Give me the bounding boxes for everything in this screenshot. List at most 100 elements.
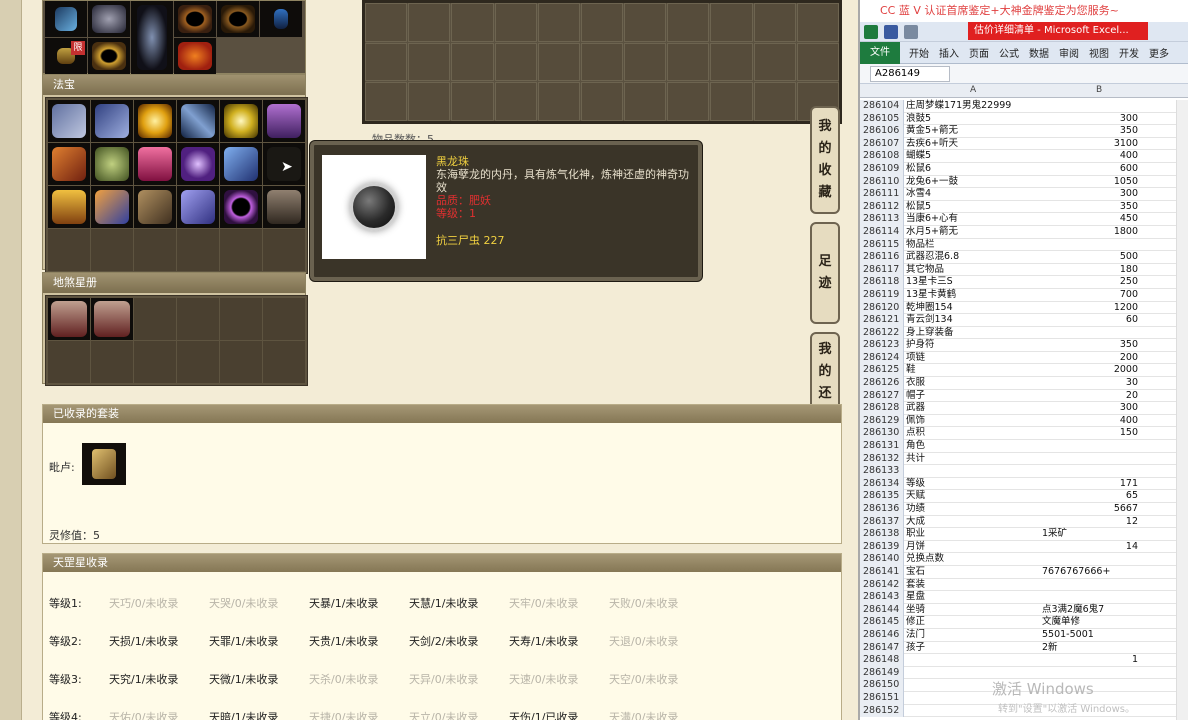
tiangang-star[interactable]: 天空/0/未收录 <box>609 672 678 688</box>
row-number[interactable]: 286123 <box>860 339 904 352</box>
cell-b[interactable]: 350 <box>1042 125 1138 138</box>
inventory-slot[interactable] <box>667 42 710 82</box>
inventory-slot[interactable] <box>494 3 537 42</box>
save-icon[interactable] <box>884 25 898 39</box>
inventory-slot[interactable] <box>667 82 710 121</box>
row-number[interactable]: 286122 <box>860 326 904 340</box>
inventory-slot[interactable] <box>710 3 753 42</box>
row-number[interactable]: 286141 <box>860 565 904 579</box>
row-number[interactable]: 286105 <box>860 112 904 126</box>
row-number[interactable]: 286128 <box>860 402 904 415</box>
star-card-slot[interactable] <box>91 298 133 340</box>
tiangang-star[interactable]: 天速/0/未收录 <box>509 672 578 688</box>
cell-a[interactable]: 等级 <box>906 478 925 491</box>
tiangang-star[interactable]: 天微/1/未收录 <box>209 672 278 688</box>
cell-a[interactable]: 鞋 <box>906 364 916 377</box>
fabao-slot-empty[interactable] <box>177 229 219 271</box>
row-number[interactable]: 286104 <box>860 100 904 113</box>
inventory-slot[interactable] <box>451 3 494 42</box>
cell-b[interactable]: 3100 <box>1042 138 1138 151</box>
inventory-slot[interactable] <box>624 42 667 82</box>
star-card-slot-empty[interactable] <box>263 298 305 340</box>
row-number[interactable]: 286140 <box>860 553 904 566</box>
inventory-slot[interactable] <box>537 3 580 42</box>
cell-a[interactable]: 修正 <box>906 616 925 629</box>
fabao-slot[interactable] <box>91 186 133 228</box>
cell-a[interactable]: 功绩 <box>906 503 925 516</box>
item-slot[interactable] <box>88 38 130 74</box>
ribbon-tab[interactable]: 视图 <box>1084 45 1114 60</box>
cell-b[interactable]: 点3满2魔6鬼7 <box>1042 604 1104 617</box>
cell-a[interactable]: 其它物品 <box>906 264 944 277</box>
tiangang-star[interactable]: 天败/0/未收录 <box>609 596 678 612</box>
fabao-slot[interactable] <box>134 100 176 142</box>
cell-a[interactable]: 庄周梦蝶171男鬼22999 <box>906 100 1011 113</box>
item-slot[interactable] <box>174 1 216 37</box>
row-number[interactable]: 286137 <box>860 515 904 529</box>
cell-b[interactable]: 300 <box>1042 402 1138 415</box>
cell-a[interactable]: 乾坤圈154 <box>906 302 953 315</box>
inventory-slot[interactable] <box>580 42 624 82</box>
cell-b[interactable]: 400 <box>1042 150 1138 163</box>
cell-a[interactable]: 松鼠5 <box>906 201 931 214</box>
inventory-slot[interactable] <box>753 42 796 82</box>
cell-a[interactable]: 佩饰 <box>906 415 925 428</box>
cell-a[interactable]: 13星卡三S <box>906 276 953 289</box>
cell-a[interactable]: 兑换点数 <box>906 553 944 566</box>
cell-a[interactable]: 冰雪4 <box>906 188 931 201</box>
fabao-slot[interactable] <box>177 186 219 228</box>
tiangang-star[interactable]: 天巧/0/未收录 <box>109 596 178 612</box>
row-number[interactable]: 286143 <box>860 591 904 604</box>
row-number[interactable]: 286134 <box>860 477 904 491</box>
fabao-slot-empty[interactable] <box>48 229 90 271</box>
cell-a[interactable]: 水月5+箭无 <box>906 226 958 239</box>
row-number[interactable]: 286136 <box>860 503 904 516</box>
inventory-slot[interactable] <box>494 42 537 82</box>
row-number[interactable]: 286125 <box>860 364 904 378</box>
cell-a[interactable]: 共计 <box>906 453 925 466</box>
cell-b[interactable]: 60 <box>1042 314 1138 327</box>
inventory-slot[interactable] <box>408 82 451 121</box>
tiangang-star[interactable]: 天究/1/未收录 <box>109 672 178 688</box>
inventory-slot[interactable] <box>451 82 494 121</box>
inventory-slot[interactable] <box>796 3 839 42</box>
cell-b[interactable]: 1采矿 <box>1042 528 1067 541</box>
row-number[interactable]: 286139 <box>860 540 904 554</box>
cell-a[interactable]: 项链 <box>906 352 925 365</box>
cell-a[interactable]: 青云剑134 <box>906 314 953 327</box>
row-number[interactable]: 286106 <box>860 125 904 138</box>
row-number[interactable]: 286115 <box>860 238 904 252</box>
cell-b[interactable]: 2000 <box>1042 364 1138 377</box>
cell-a[interactable]: 天赋 <box>906 490 925 503</box>
tiangang-star[interactable]: 天杀/0/未收录 <box>309 672 378 688</box>
row-number[interactable]: 286116 <box>860 251 904 264</box>
cell-a[interactable]: 角色 <box>906 440 925 453</box>
row-number[interactable]: 286126 <box>860 377 904 390</box>
cell-a[interactable]: 点积 <box>906 427 925 440</box>
cell-b[interactable]: 350 <box>1042 201 1138 214</box>
row-number[interactable]: 286110 <box>860 175 904 189</box>
column-b-header[interactable]: B <box>1096 85 1102 95</box>
cell-b[interactable]: 1 <box>1042 654 1138 667</box>
fabao-slot[interactable] <box>263 100 305 142</box>
inventory-slot[interactable] <box>537 42 580 82</box>
cell-b[interactable]: 600 <box>1042 163 1138 176</box>
tiangang-star[interactable]: 天退/0/未收录 <box>609 634 678 650</box>
tiangang-star[interactable]: 天伤/1/已收录 <box>509 710 578 720</box>
cell-b[interactable]: 250 <box>1042 276 1138 289</box>
row-number[interactable]: 286117 <box>860 263 904 277</box>
tiangang-star[interactable]: 天牢/0/未收录 <box>509 596 578 612</box>
row-number[interactable]: 286145 <box>860 616 904 629</box>
star-card-slot-empty[interactable] <box>220 341 262 383</box>
star-card-slot-empty[interactable] <box>177 298 219 340</box>
row-number[interactable]: 286109 <box>860 162 904 176</box>
row-number[interactable]: 286127 <box>860 389 904 403</box>
cell-a[interactable]: 武器忍混6.8 <box>906 251 959 264</box>
tiangang-star[interactable]: 天立/0/未收录 <box>409 710 478 720</box>
fabao-slot-selected[interactable]: ➤ <box>263 143 305 185</box>
row-number[interactable]: 286112 <box>860 200 904 214</box>
cell-a[interactable]: 龙兔6+一鼓 <box>906 176 958 189</box>
inventory-slot[interactable] <box>580 3 624 42</box>
row-number[interactable]: 286148 <box>860 654 904 667</box>
fabao-slot[interactable] <box>177 143 219 185</box>
